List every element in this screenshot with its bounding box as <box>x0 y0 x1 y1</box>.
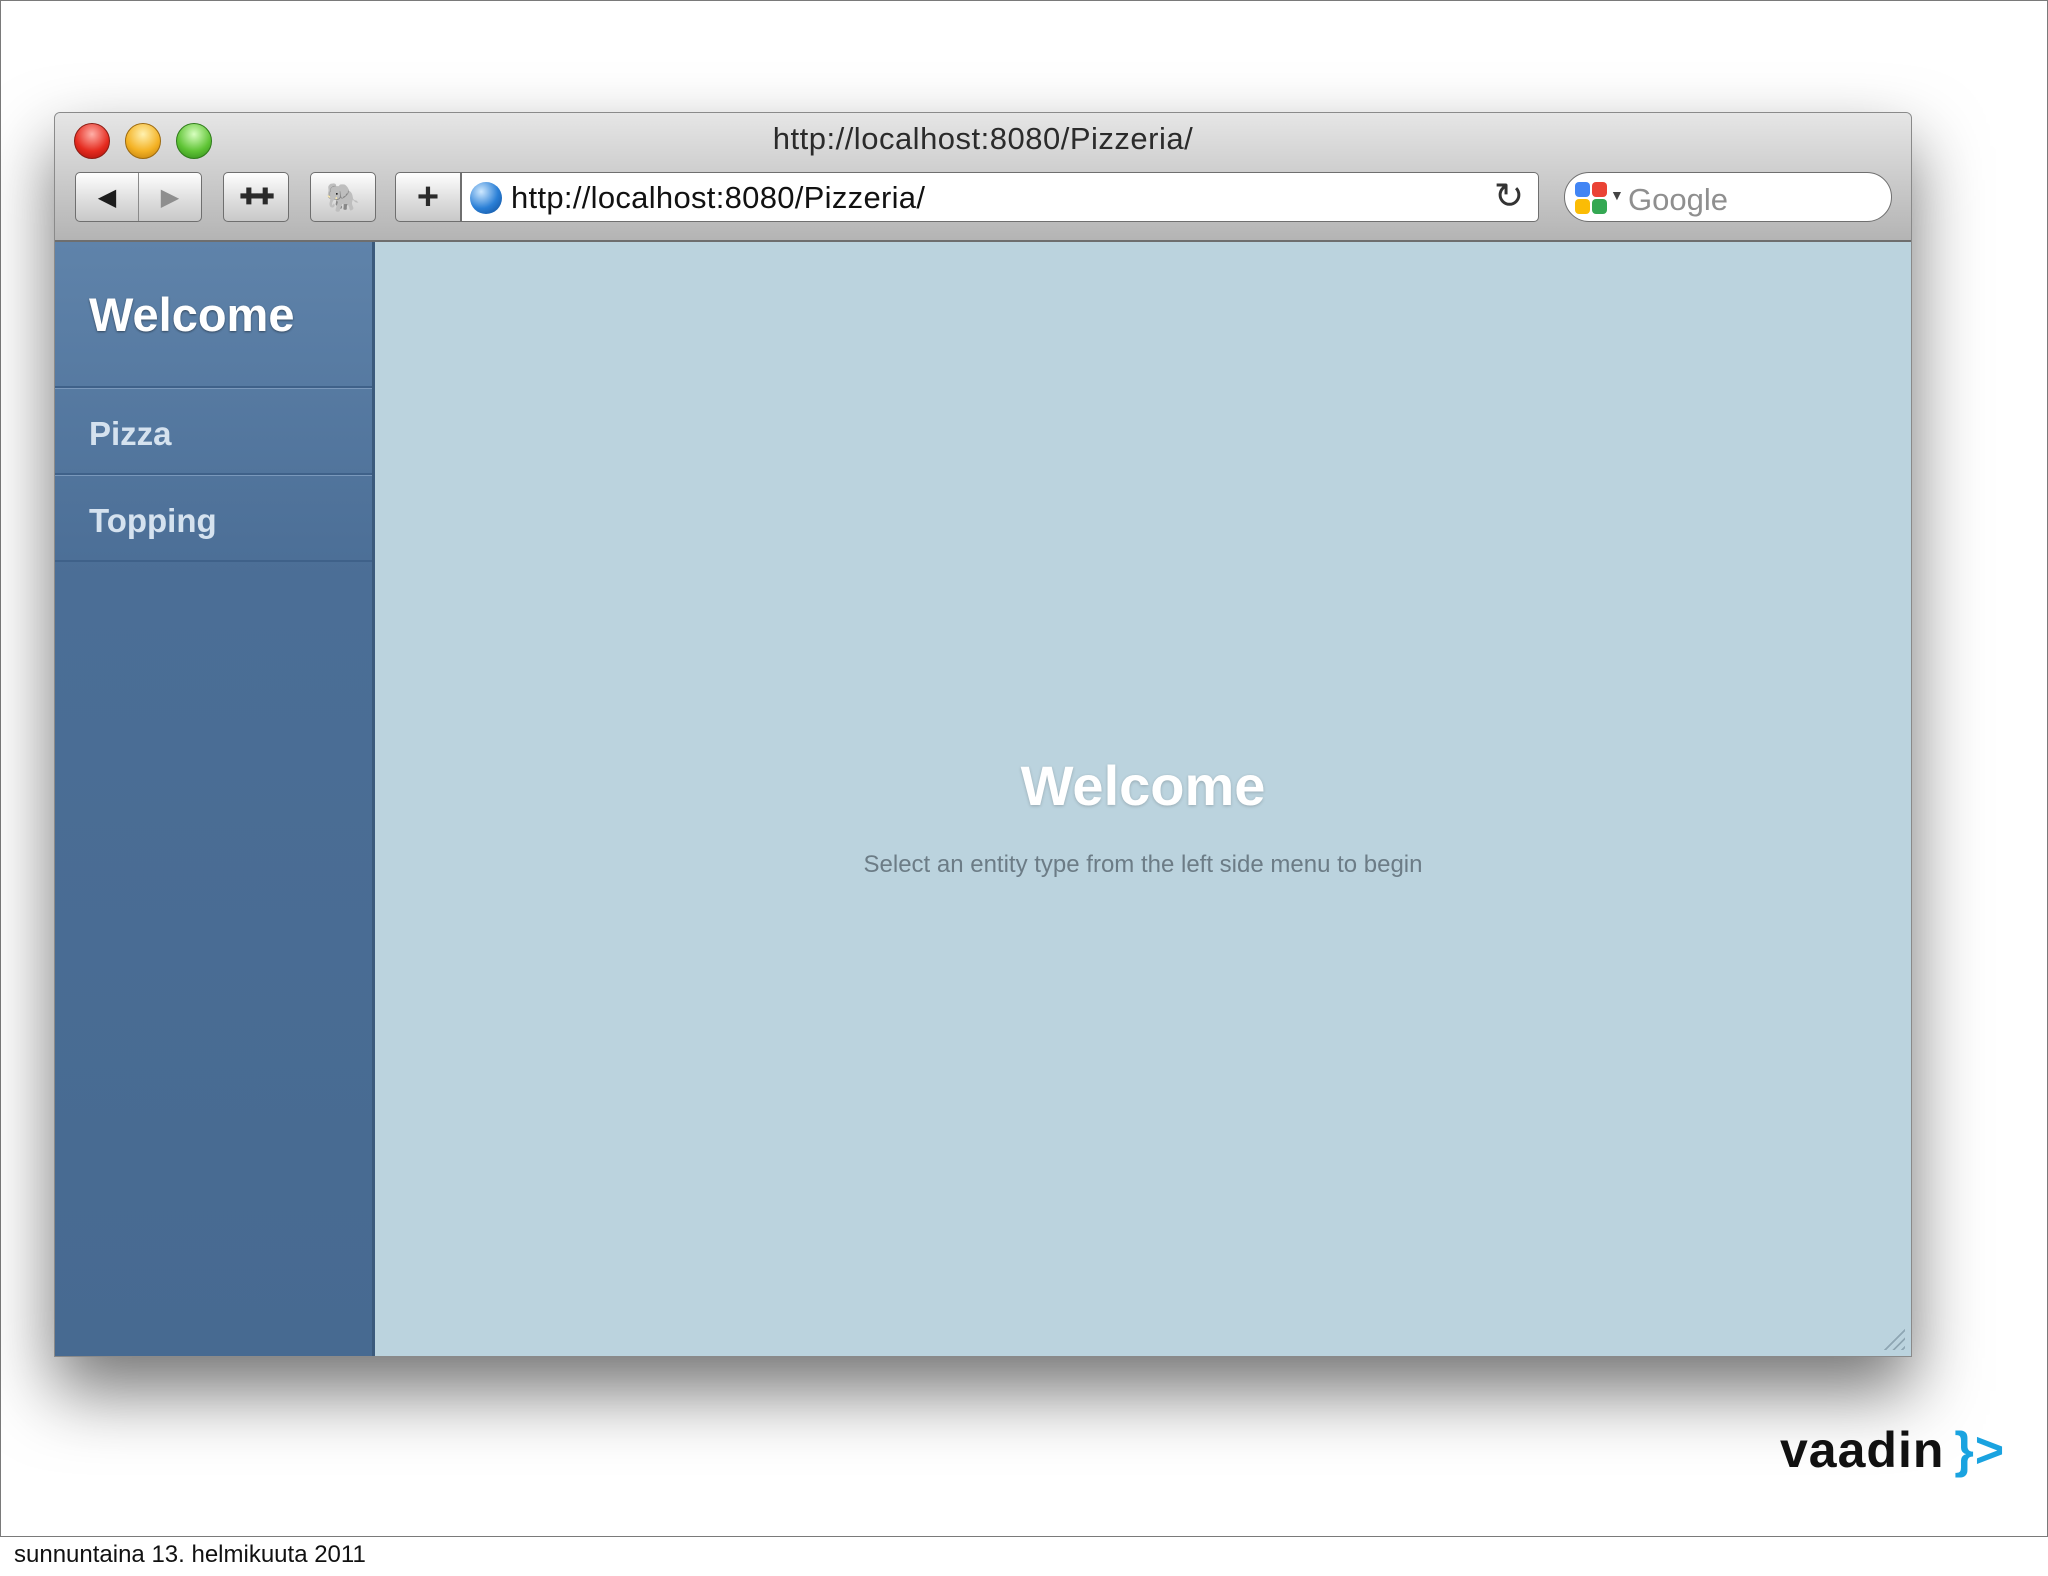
plus-icon: + <box>416 175 440 218</box>
search-field[interactable]: ▼ Google <box>1564 172 1892 222</box>
google-icon <box>1575 182 1607 214</box>
sidebar: Welcome Pizza Topping <box>55 242 375 1356</box>
vaadin-logo-text: vaadin <box>1780 1422 1945 1478</box>
sidebar-item-topping[interactable]: Topping <box>55 475 372 562</box>
vaadin-mark-icon: }> <box>1954 1422 2006 1478</box>
globe-icon <box>470 182 502 214</box>
main-content: Welcome Select an entity type from the l… <box>375 242 1911 1356</box>
add-bookmark-button[interactable]: + <box>395 172 461 222</box>
sidebar-item-pizza[interactable]: Pizza <box>55 388 372 475</box>
slide: http://localhost:8080/Pizzeria/ ◀ ▶ ✚✚ 🐘… <box>0 0 2048 1537</box>
elephant-icon: 🐘 <box>325 181 361 213</box>
search-placeholder: Google <box>1628 182 1728 217</box>
browser-window: http://localhost:8080/Pizzeria/ ◀ ▶ ✚✚ 🐘… <box>54 112 1912 1357</box>
evernote-button[interactable]: 🐘 <box>310 172 376 222</box>
address-bar[interactable]: http://localhost:8080/Pizzeria/ ↻ <box>461 172 1539 222</box>
forward-arrow-icon: ▶ <box>160 183 180 211</box>
forward-button[interactable]: ▶ <box>139 173 201 221</box>
reload-icon[interactable]: ↻ <box>1494 175 1524 217</box>
window-title: http://localhost:8080/Pizzeria/ <box>772 121 1194 156</box>
title-bar: http://localhost:8080/Pizzeria/ ◀ ▶ ✚✚ 🐘… <box>55 113 1911 242</box>
back-arrow-icon: ◀ <box>97 183 117 211</box>
sidebar-header[interactable]: Welcome <box>55 242 372 388</box>
footer-date: sunnuntaina 13. helmikuuta 2011 <box>14 1541 366 1568</box>
arrows-in-icon: ✚✚ <box>239 184 275 209</box>
resize-handle[interactable] <box>1883 1328 1905 1350</box>
back-forward-group: ◀ ▶ <box>75 172 202 222</box>
address-text[interactable]: http://localhost:8080/Pizzeria/ <box>511 180 925 216</box>
page-title: Welcome <box>1020 754 1266 817</box>
back-button[interactable]: ◀ <box>76 173 139 221</box>
page-subtitle: Select an entity type from the left side… <box>863 851 1423 878</box>
chevron-down-icon[interactable]: ▼ <box>1610 187 1624 203</box>
snippet-button[interactable]: ✚✚ <box>223 172 289 222</box>
vaadin-logo: vaadin}> <box>1780 1421 2005 1479</box>
